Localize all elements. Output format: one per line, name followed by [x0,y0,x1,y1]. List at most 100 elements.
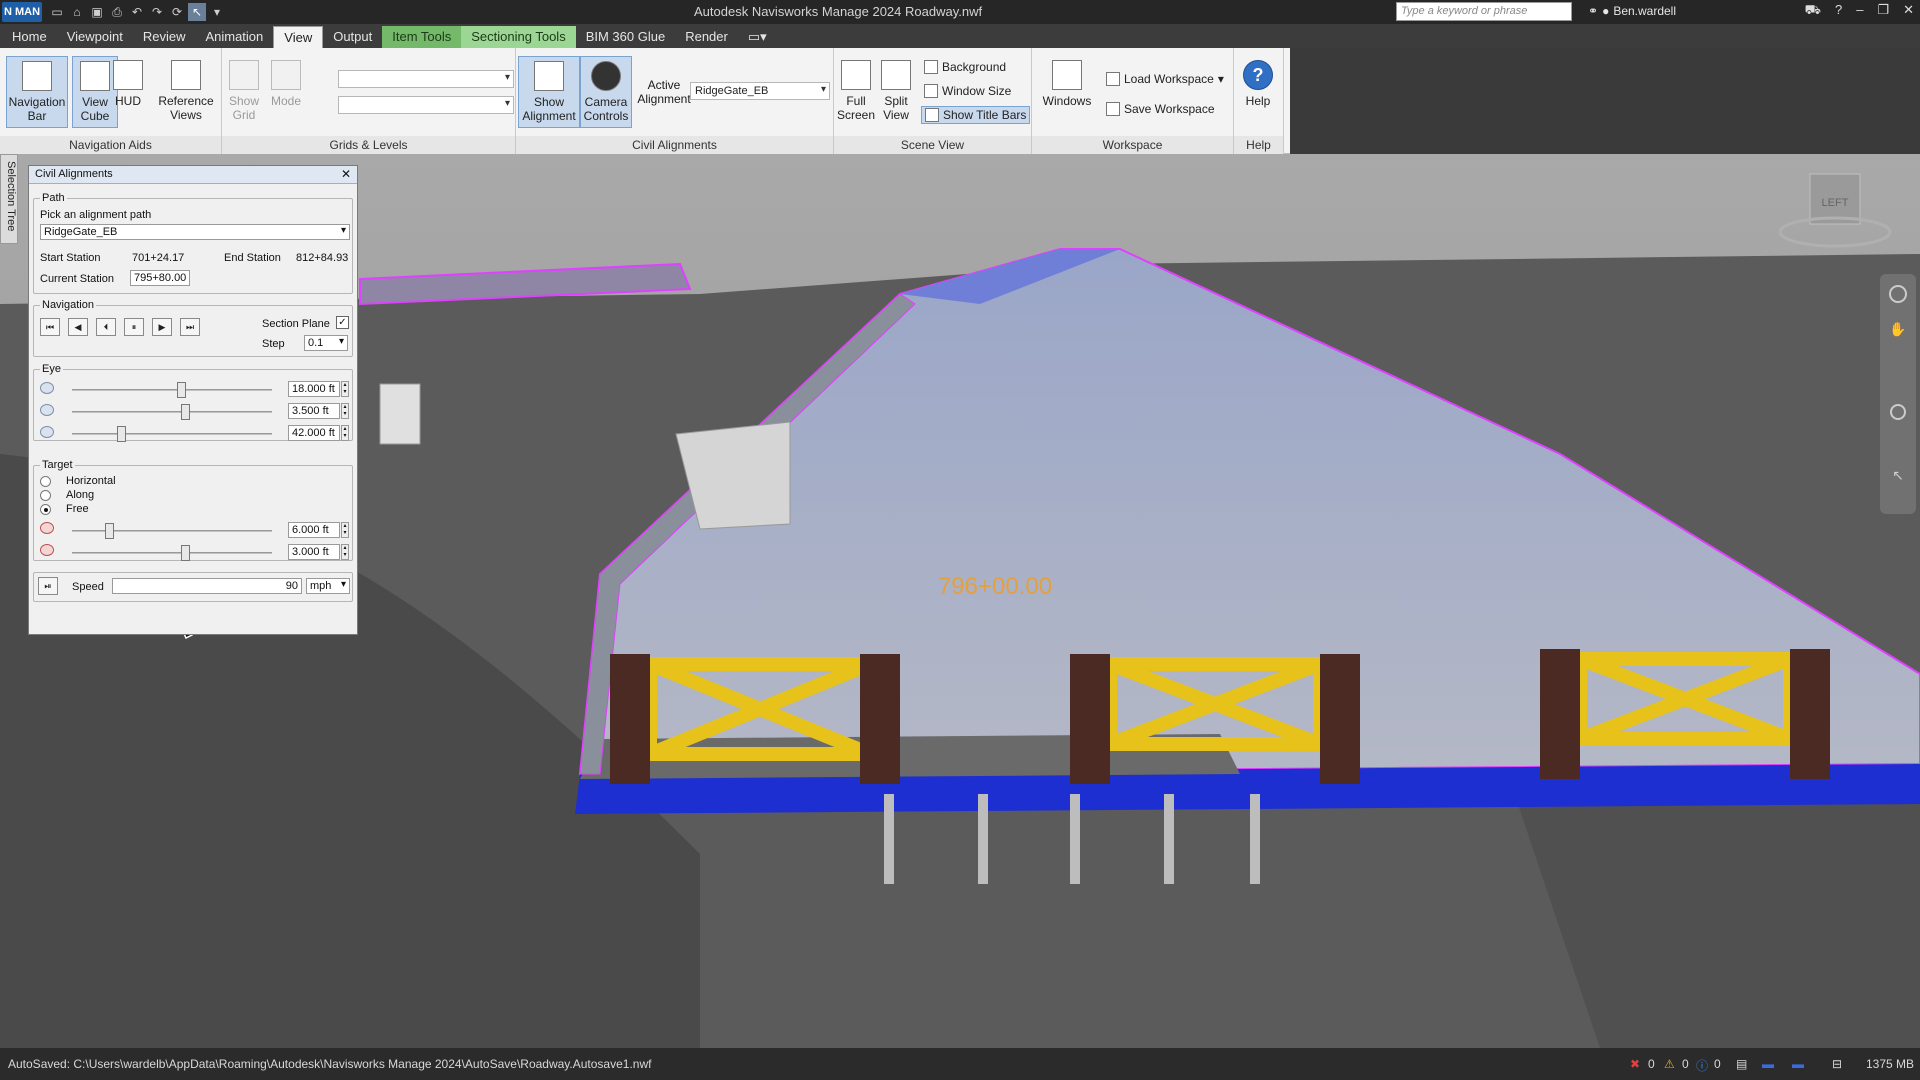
close-icon[interactable]: ✕ [341,167,351,181]
pause-button[interactable]: ⏸ [124,318,144,336]
target-offset-spinner[interactable]: ▴ ▾ [341,522,349,538]
help-icon[interactable]: ? [1835,2,1842,20]
mode-button[interactable]: Mode [266,56,306,128]
navigation-bar-button[interactable]: Navigation Bar [6,56,68,128]
redo-icon[interactable]: ↷ [148,3,166,21]
tab-animation[interactable]: Animation [195,26,273,48]
hud-button[interactable]: HUD [110,56,146,128]
undo-icon[interactable]: ↶ [128,3,146,21]
step-back-button[interactable]: ⏴ [96,318,116,336]
target-offset-slider-thumb[interactable] [105,523,114,539]
target-offset-input[interactable]: 6.000 ft [288,522,340,538]
select-arrow-icon[interactable]: ↖ [1892,468,1904,484]
camera-controls-button[interactable]: Camera Controls [580,56,632,128]
error-count: 0 [1648,1057,1655,1071]
help-button[interactable]: ? Help [1236,56,1280,128]
speed-unit-select[interactable]: mph [306,578,350,594]
current-station-input[interactable]: 795+80.00 [130,270,190,286]
panel-help: ? Help Help [1234,48,1284,154]
tab-viewpoint[interactable]: Viewpoint [57,26,133,48]
station-label: 796+00.00 [938,573,1052,600]
application-menu-button[interactable]: N MAN [2,2,42,22]
target-height-slider-thumb[interactable] [181,545,190,561]
eye-offset-spinner[interactable]: ▴ ▾ [341,381,349,397]
panel-label: Civil Alignments [516,136,833,154]
eye-distance-spinner[interactable]: ▴ ▾ [341,425,349,441]
eye-offset-slider-thumb[interactable] [177,382,186,398]
section-plane-checkbox[interactable]: ✓ [336,316,349,329]
minimize-icon[interactable]: – [1856,2,1863,20]
eye-offset-slider[interactable] [72,382,272,398]
tab-review[interactable]: Review [133,26,196,48]
selection-tree-tab[interactable]: Selection Tree [0,154,18,244]
ribbon-options-icon[interactable]: ▭▾ [738,26,777,48]
tab-sectioning-tools[interactable]: Sectioning Tools [461,26,576,48]
new-file-icon[interactable]: ▭ [48,3,66,21]
dialog-title-bar: Civil Alignments ✕ [29,166,357,184]
chevron-down-icon[interactable]: ▾ [208,3,226,21]
grid-select[interactable] [338,70,514,88]
target-horizontal-radio[interactable] [40,476,51,487]
pan-icon[interactable]: ✋ [1889,321,1906,338]
target-along-radio[interactable] [40,490,51,501]
eye-height-slider-thumb[interactable] [181,404,190,420]
split-view-button[interactable]: Split View [876,56,916,128]
open-file-icon[interactable]: ⌂ [68,3,86,21]
target-free-radio[interactable] [40,504,51,515]
background-button[interactable]: Background [924,60,1006,74]
show-alignment-button[interactable]: Show Alignment [518,56,580,128]
tab-item-tools[interactable]: Item Tools [382,26,462,48]
close-icon[interactable]: ✕ [1903,2,1914,20]
target-offset-slider[interactable] [72,523,272,539]
eye-distance-slider-thumb[interactable] [117,426,126,442]
full-screen-button[interactable]: Full Screen [836,56,876,128]
eye-height-input[interactable]: 3.500 ft [288,403,340,419]
first-station-button[interactable]: ⏮ [40,318,60,336]
windows-button[interactable]: Windows [1038,56,1096,128]
search-input[interactable]: Type a keyword or phrase [1396,2,1572,21]
window-size-button[interactable]: Window Size [924,84,1011,98]
eye-offset-input[interactable]: 18.000 ft [288,381,340,397]
binoculars-icon[interactable]: ⚭ [1588,4,1598,18]
eye-distance-slider[interactable] [72,426,272,442]
error-icon[interactable]: ✖ [1630,1057,1640,1071]
sheet-browser-icon[interactable]: ▤ [1736,1057,1747,1071]
save-workspace-button[interactable]: Save Workspace [1106,102,1215,116]
play-button[interactable]: ▶ [152,318,172,336]
tab-render[interactable]: Render [675,26,738,48]
user-account[interactable]: ⚭ ● Ben.wardell [1588,4,1676,18]
active-alignment-select[interactable]: RidgeGate_EB [690,82,830,100]
select-icon[interactable]: ↖ [188,3,206,21]
print-icon[interactable]: ⎙ [108,3,126,21]
eye-height-slider[interactable] [72,404,272,420]
cart-icon[interactable]: ⛟ [1805,2,1821,20]
tab-output[interactable]: Output [323,26,382,48]
last-station-button[interactable]: ⏭ [180,318,200,336]
info-icon[interactable]: ⓘ [1696,1057,1708,1074]
tab-bim-360-glue[interactable]: BIM 360 Glue [576,26,676,48]
target-height-slider[interactable] [72,545,272,561]
tab-home[interactable]: Home [2,26,57,48]
current-station-label: Current Station [40,273,114,285]
tab-view[interactable]: View [273,26,324,48]
restore-icon[interactable]: ❐ [1877,2,1889,20]
eye-distance-input[interactable]: 42.000 ft [288,425,340,441]
show-title-bars-button[interactable]: Show Title Bars [921,106,1031,124]
camera-icon [591,61,621,91]
reverse-play-button[interactable]: ◀ [68,318,88,336]
play-pause-button[interactable]: ⏯ [38,577,58,595]
alignment-path-select[interactable]: RidgeGate_EB [40,224,350,240]
show-grid-button[interactable]: Show Grid [222,56,266,128]
load-workspace-button[interactable]: Load Workspace ▾ [1106,72,1224,86]
reference-views-button[interactable]: Reference Views [154,56,218,128]
eye-height-spinner[interactable]: ▴ ▾ [341,403,349,419]
save-icon[interactable]: ▣ [88,3,106,21]
warning-icon[interactable]: ⚠ [1664,1057,1675,1071]
level-select[interactable] [338,96,514,114]
target-height-spinner[interactable]: ▴ ▾ [341,544,349,560]
step-select[interactable]: 0.1 [304,335,348,351]
speed-input[interactable]: 90 [112,578,302,594]
target-height-input[interactable]: 3.000 ft [288,544,340,560]
background-icon [924,60,938,74]
refresh-icon[interactable]: ⟳ [168,3,186,21]
